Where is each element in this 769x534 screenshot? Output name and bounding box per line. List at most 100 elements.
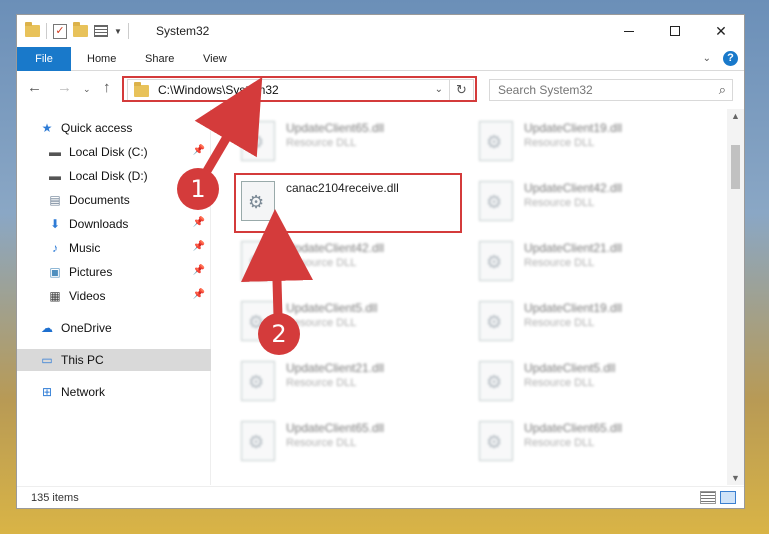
maximize-icon [670,26,680,36]
list-item[interactable]: UpdateClient42.dll Resource DLL [234,233,454,289]
forward-arrow-icon[interactable]: → [57,79,72,96]
tab-file[interactable]: File [17,47,71,71]
scrollbar-thumb[interactable] [731,145,740,189]
details-view-icon[interactable] [700,491,716,504]
maximize-button[interactable] [652,15,698,47]
sidebar-item-this-pc[interactable]: ▭ This PC [17,349,211,371]
recent-locations-chevron-icon[interactable]: ⌄ [83,84,91,95]
dll-file-icon [479,121,513,161]
properties-icon[interactable] [94,25,108,37]
search-icon[interactable]: ⌕ [719,82,726,98]
file-name: UpdateClient5.dll [286,301,378,315]
pin-icon[interactable]: 📌 [193,265,205,276]
folder-icon [25,22,40,37]
tab-share[interactable]: Share [145,47,174,71]
list-item[interactable]: UpdateClient19.dll Resource DLL [472,113,692,169]
sidebar-item-label: Network [61,385,106,399]
file-name: UpdateClient42.dll [524,181,623,195]
sidebar-item-label: Music [69,241,101,255]
divider [46,23,47,39]
navigation-pane: ★ Quick access ▬ Local Disk (C:) 📌 ▬ Loc… [17,109,211,485]
sidebar-item-label: Pictures [69,265,113,279]
dll-file-icon [241,121,275,161]
sidebar-item-videos[interactable]: ▦ Videos 📌 [17,285,211,307]
help-icon[interactable]: ? [723,51,738,66]
search-box[interactable]: ⌕ [489,79,733,101]
sidebar-item-label: Downloads [69,217,129,231]
monitor-icon: ▭ [41,353,53,367]
pin-icon[interactable]: 📌 [193,241,205,252]
back-arrow-icon[interactable]: ← [27,79,42,96]
sidebar-item-label: Documents [69,193,130,207]
close-icon: ✕ [715,22,727,39]
pin-icon[interactable]: 📌 [193,217,205,228]
list-item[interactable]: UpdateClient5.dll Resource DLL [472,353,692,409]
list-item[interactable]: UpdateClient65.dll Resource DLL [234,113,454,169]
file-name: UpdateClient5.dll [524,361,616,375]
dll-file-icon [241,241,275,281]
file-description: Resource DLL [524,437,595,449]
tab-view[interactable]: View [203,47,227,71]
window-controls: ✕ [606,15,744,47]
ribbon-right-controls: ⌄ ? [703,51,738,66]
up-arrow-icon[interactable]: ↑ [103,79,111,96]
file-name: UpdateClient42.dll [286,241,385,255]
customize-toolbar-dropdown-icon[interactable]: ▼ [114,27,122,36]
scroll-up-icon[interactable]: ▲ [731,111,740,121]
star-icon: ★ [41,121,53,135]
divider [127,23,129,39]
sidebar-item-label: This PC [61,353,104,367]
dll-file-icon [241,421,275,461]
expand-ribbon-chevron-icon[interactable]: ⌄ [703,53,711,64]
sidebar-item-local-disk-c[interactable]: ▬ Local Disk (C:) 📌 [17,141,211,163]
minimize-button[interactable] [606,15,652,47]
file-name: UpdateClient21.dll [524,241,623,255]
search-input[interactable] [490,80,700,100]
dll-file-icon [479,421,513,461]
vertical-scrollbar[interactable]: ▲ ▼ [727,109,744,485]
sidebar-item-label: Local Disk (D:) [69,169,148,183]
drive-icon: ▬ [49,145,61,159]
sidebar-item-quick-access[interactable]: ★ Quick access [17,117,211,139]
dll-file-icon [479,241,513,281]
list-item[interactable]: UpdateClient65.dll Resource DLL [472,413,692,469]
sidebar-item-onedrive[interactable]: ☁ OneDrive [17,317,211,339]
large-icons-view-icon[interactable] [720,491,736,504]
step-2-callout: 2 [258,313,300,355]
network-icon: ⊞ [41,385,53,399]
status-bar: 135 items [17,486,744,508]
title-bar: ✓ ▼ System32 ✕ [17,15,744,47]
list-item[interactable]: UpdateClient21.dll Resource DLL [472,233,692,289]
file-description: Resource DLL [286,377,357,389]
pin-icon[interactable]: 📌 [193,145,205,156]
sidebar-item-network[interactable]: ⊞ Network [17,381,211,403]
file-name: UpdateClient19.dll [524,301,623,315]
file-description: Resource DLL [286,257,357,269]
sidebar-item-music[interactable]: ♪ Music 📌 [17,237,211,259]
scroll-down-icon[interactable]: ▼ [731,473,740,483]
file-description: Resource DLL [524,317,595,329]
sidebar-item-downloads[interactable]: ⬇ Downloads 📌 [17,213,211,235]
file-description: Resource DLL [524,377,595,389]
address-bar-highlight [122,76,477,102]
sidebar-item-pictures[interactable]: ▣ Pictures 📌 [17,261,211,283]
new-folder-icon[interactable] [73,22,88,37]
dll-file-icon [241,361,275,401]
documents-icon: ▤ [49,193,61,207]
file-description: Resource DLL [286,137,357,149]
quick-access-toolbar: ✓ ▼ [25,22,129,39]
properties-check-icon[interactable]: ✓ [53,23,67,39]
tab-home[interactable]: Home [87,47,116,71]
ribbon-tabs: File Home Share View ⌄ ? [17,47,744,71]
list-item[interactable]: UpdateClient65.dll Resource DLL [234,413,454,469]
list-item[interactable]: UpdateClient19.dll Resource DLL [472,293,692,349]
item-count: 135 items [31,492,79,504]
close-button[interactable]: ✕ [698,15,744,47]
view-toggle [700,491,736,504]
pin-icon[interactable]: 📌 [193,289,205,300]
minimize-icon [624,30,634,32]
list-item[interactable]: UpdateClient42.dll Resource DLL [472,173,692,229]
file-name: UpdateClient65.dll [286,121,385,135]
list-item[interactable]: UpdateClient21.dll Resource DLL [234,353,454,409]
film-icon: ▦ [49,289,61,303]
